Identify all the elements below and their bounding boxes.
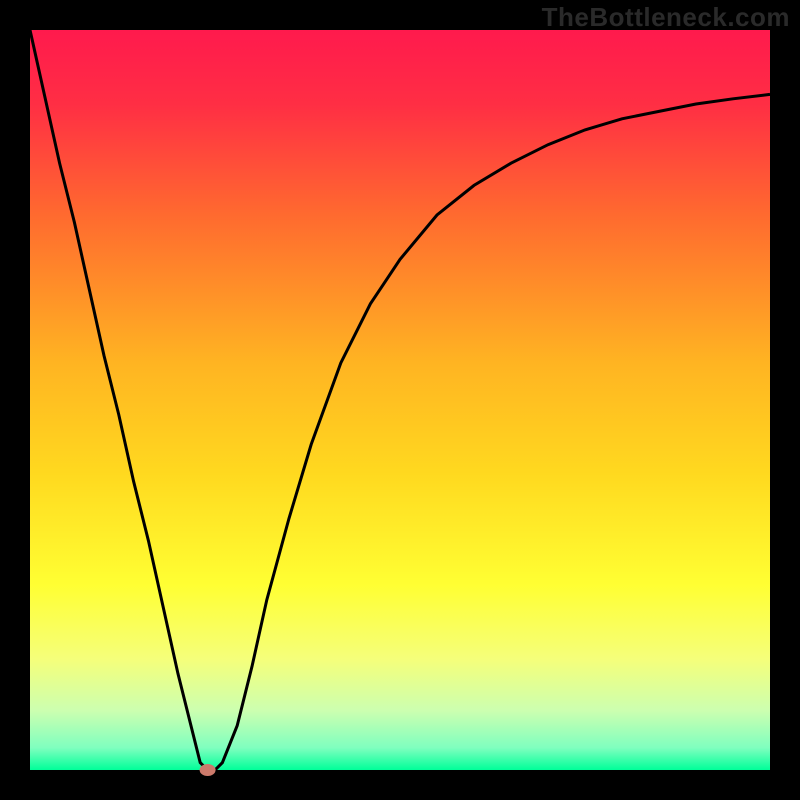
- minimum-marker: [200, 764, 216, 776]
- bottleneck-chart: [0, 0, 800, 800]
- chart-frame: TheBottleneck.com: [0, 0, 800, 800]
- plot-background: [30, 30, 770, 770]
